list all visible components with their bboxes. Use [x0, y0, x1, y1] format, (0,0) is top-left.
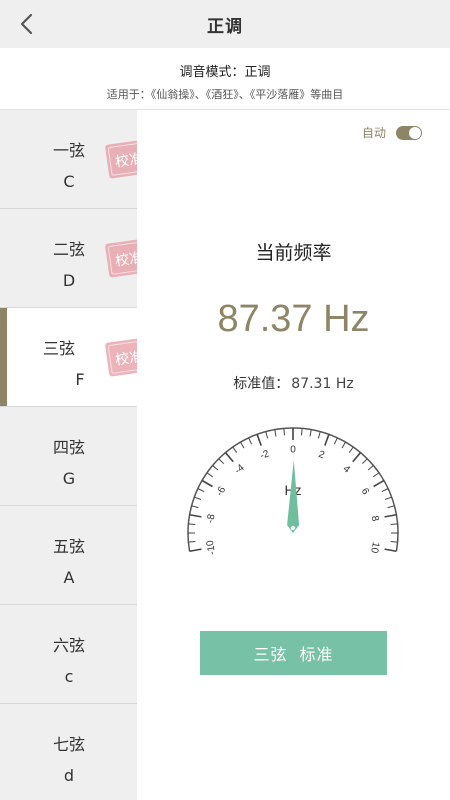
- string-item-4[interactable]: 四弦 G: [0, 407, 137, 506]
- needle-pivot: [290, 525, 296, 531]
- gauge-minor-tick: [390, 523, 398, 525]
- gauge-label: -10: [205, 539, 218, 556]
- string-item-7[interactable]: 七弦 d: [0, 704, 137, 800]
- standard-number: 87.31 Hz: [291, 376, 354, 392]
- string-item-6[interactable]: 六弦 c: [0, 605, 137, 704]
- string-name: 二弦: [52, 240, 85, 259]
- gauge-major-tick: [352, 452, 362, 463]
- gauge-minor-tick: [390, 541, 398, 543]
- gauge-major-tick: [384, 513, 397, 518]
- gauge-minor-tick: [381, 488, 389, 493]
- gauge-major-tick: [384, 548, 397, 553]
- gauge-label: -8: [205, 513, 217, 524]
- gauge-minor-tick: [191, 505, 199, 509]
- gauge-label: -4: [233, 462, 247, 476]
- string-note: A: [63, 568, 75, 587]
- toggle-knob: [409, 126, 421, 139]
- gauge-major-tick: [373, 479, 385, 488]
- string-note: D: [62, 271, 76, 290]
- string-name: 一弦: [52, 141, 85, 160]
- gauge-minor-tick: [197, 488, 205, 493]
- button-string-label: 三弦: [253, 647, 288, 664]
- gauge-minor-tick: [194, 496, 202, 500]
- gauge-minor-tick: [348, 446, 354, 454]
- gauge-label: 6: [359, 486, 372, 497]
- current-frequency-title: 当前频率: [255, 242, 332, 264]
- applicable-songs: 适用于：《仙翁操》、《酒狂》、《平沙落雁》等曲目: [106, 88, 344, 101]
- string-item-1[interactable]: 一弦 C 校准: [0, 110, 153, 209]
- string-name: 六弦: [52, 636, 85, 655]
- active-indicator: [0, 308, 7, 406]
- header-bar: 正调: [0, 0, 450, 48]
- gauge-minor-tick: [341, 441, 346, 449]
- string-list: 一弦 C 校准 二弦 D 校准 三弦 F 校准 四弦 G 五弦 A 六弦 c 七…: [0, 110, 153, 800]
- auto-toggle[interactable]: [396, 125, 422, 140]
- gauge-major-tick: [256, 434, 262, 446]
- gauge-minor-tick: [372, 472, 380, 478]
- gauge-major-tick: [189, 513, 202, 518]
- string-item-5[interactable]: 五弦 A: [0, 506, 137, 605]
- string-note: C: [63, 172, 75, 191]
- tuning-gauge: -10-8-6-4-20246810 Hz: [187, 427, 399, 556]
- gauge-label: 8: [369, 515, 381, 523]
- gauge-minor-tick: [206, 472, 214, 478]
- string-item-2[interactable]: 二弦 D 校准: [0, 209, 153, 308]
- tuning-mode-label: 调音模式：正调: [179, 65, 271, 80]
- gauge-minor-tick: [265, 431, 269, 439]
- string-name: 四弦: [52, 438, 85, 457]
- gauge-label: 2: [317, 449, 326, 461]
- page-title: 正调: [207, 16, 243, 37]
- gauge-minor-tick: [367, 465, 374, 471]
- gauge-label: 10: [368, 541, 381, 554]
- string-name: 五弦: [52, 537, 85, 556]
- gauge-major-tick: [189, 548, 202, 553]
- gauge-label: 0: [290, 445, 296, 456]
- gauge-minor-tick: [188, 523, 196, 525]
- gauge-minor-tick: [333, 437, 338, 445]
- gauge-minor-tick: [301, 428, 303, 436]
- back-arrow-icon[interactable]: [14, 10, 42, 38]
- string-item-3[interactable]: 三弦 F 校准: [0, 308, 153, 407]
- gauge-minor-tick: [212, 465, 219, 471]
- gauge-minor-tick: [248, 437, 253, 445]
- string-name: 三弦: [42, 339, 75, 358]
- gauge-minor-tick: [361, 458, 368, 465]
- tuner-panel: 自动 当前频率 87.37 Hz 标准值： 87.31 Hz -10 -8 -6 -4-…: [137, 110, 450, 800]
- auto-label: 自动: [361, 126, 386, 140]
- gauge-major-tick: [224, 452, 234, 463]
- calibrate-standard-button[interactable]: 三弦 标准: [200, 631, 387, 675]
- gauge-minor-tick: [384, 496, 392, 500]
- gauge-minor-tick: [309, 429, 312, 437]
- string-note: c: [64, 667, 74, 686]
- gauge-label: -2: [259, 448, 272, 462]
- gauge-minor-tick: [240, 441, 245, 449]
- gauge-minor-tick: [218, 458, 225, 465]
- gauge-minor-tick: [317, 431, 321, 439]
- standard-label: 标准值：: [233, 376, 290, 392]
- gauge-label: -6: [214, 485, 228, 499]
- string-name: 七弦: [52, 735, 85, 754]
- gauge-minor-tick: [188, 541, 196, 543]
- gauge-minor-tick: [387, 505, 395, 509]
- gauge-label: 4: [341, 464, 353, 476]
- button-action-label: 标准: [299, 647, 334, 664]
- gauge-minor-tick: [274, 429, 277, 437]
- string-note: G: [62, 469, 76, 488]
- gauge-major-tick: [324, 434, 330, 446]
- current-frequency-value: 87.37 Hz: [217, 298, 370, 340]
- mode-info: 调音模式：正调 适用于：《仙翁操》、《酒狂》、《平沙落雁》等曲目: [0, 48, 450, 110]
- standard-value: 标准值： 87.31 Hz: [137, 373, 450, 393]
- auto-mode: 自动: [362, 124, 422, 141]
- gauge-minor-tick: [283, 428, 285, 436]
- gauge-minor-tick: [232, 446, 238, 454]
- gauge-major-tick: [201, 479, 213, 488]
- string-note: d: [63, 766, 75, 785]
